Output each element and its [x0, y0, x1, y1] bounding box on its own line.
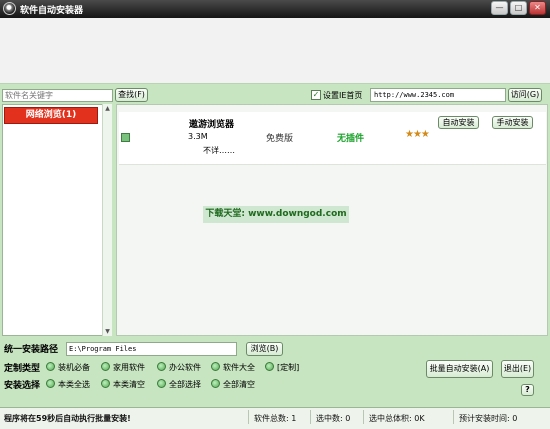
category-list	[2, 104, 112, 336]
category-item-network-browsing[interactable]: 网络浏览(1)	[4, 107, 98, 124]
auto-install-button[interactable]: 自动安装	[438, 116, 479, 129]
radio-clear-category-icon[interactable]	[101, 379, 110, 388]
option-all-software[interactable]: 软件大全	[223, 362, 255, 373]
status-divider	[310, 410, 311, 424]
software-plugin-status: 无插件	[337, 134, 365, 144]
scroll-up-icon[interactable]: ▲	[103, 104, 112, 113]
software-list-item	[119, 112, 546, 165]
search-button[interactable]: 查找(F)	[115, 88, 148, 102]
scroll-down-icon[interactable]: ▼	[103, 327, 112, 336]
software-size: 3.3M	[188, 132, 208, 141]
homepage-label: 设置IE首页	[323, 91, 363, 100]
visit-button[interactable]: 访问(G)	[508, 88, 542, 102]
batch-install-button[interactable]: 批量自动安装(A)	[426, 360, 493, 378]
maximize-button[interactable]: □	[510, 1, 527, 15]
install-path-input[interactable]: E:\Program Files	[66, 342, 237, 356]
status-divider	[363, 410, 364, 424]
homepage-checkbox[interactable]: ✓	[311, 90, 321, 100]
manual-install-button[interactable]: 手动安装	[492, 116, 533, 129]
software-name: 遨游浏览器	[189, 120, 235, 130]
option-essential[interactable]: 装机必备	[58, 362, 90, 373]
minimize-button[interactable]: —	[491, 1, 508, 15]
option-select-category[interactable]: 本类全选	[58, 379, 90, 390]
radio-select-all-icon[interactable]	[157, 379, 166, 388]
status-divider	[453, 410, 454, 424]
software-license: 免费版	[266, 134, 294, 144]
category-scrollbar[interactable]: ▲ ▼	[102, 104, 112, 336]
radio-clear-all-icon[interactable]	[211, 379, 220, 388]
radio-all-software-icon[interactable]	[211, 362, 220, 371]
software-select-checkbox[interactable]	[121, 133, 130, 142]
app-icon	[3, 2, 16, 15]
banner-area	[0, 18, 550, 84]
status-total: 软件总数: 1	[254, 414, 297, 423]
radio-essential-icon[interactable]	[46, 362, 55, 371]
software-rating-stars: ★★★	[405, 129, 430, 140]
option-home[interactable]: 家用软件	[113, 362, 145, 373]
option-clear-category[interactable]: 本类清空	[113, 379, 145, 390]
radio-home-icon[interactable]	[101, 362, 110, 371]
install-select-label: 安装选择	[4, 381, 41, 391]
help-button[interactable]: ?	[521, 384, 534, 396]
option-clear-all[interactable]: 全部清空	[223, 379, 255, 390]
close-button[interactable]: ✕	[529, 1, 546, 15]
search-input[interactable]	[2, 89, 113, 102]
radio-office-icon[interactable]	[157, 362, 166, 371]
option-custom[interactable]: [定制]	[277, 362, 299, 373]
customize-type-label: 定制类型	[4, 364, 41, 374]
radio-custom-icon[interactable]	[265, 362, 274, 371]
status-selected-size: 选中总体积: 0K	[369, 414, 425, 423]
install-path-label: 统一安装路径	[4, 345, 59, 355]
status-selected: 选中数: 0	[316, 414, 351, 423]
status-divider	[248, 410, 249, 424]
software-description: 不详……	[203, 146, 235, 155]
radio-select-category-icon[interactable]	[46, 379, 55, 388]
status-message: 程序将在59秒后自动执行批量安装!	[4, 414, 131, 423]
window-title: 软件自动安装器	[20, 6, 84, 16]
url-input[interactable]: http://www.2345.com	[370, 88, 506, 102]
option-select-all[interactable]: 全部选择	[169, 379, 201, 390]
browse-button[interactable]: 浏览(B)	[246, 342, 283, 356]
exit-button[interactable]: 退出(E)	[501, 360, 534, 378]
option-office[interactable]: 办公软件	[169, 362, 201, 373]
watermark-text: 下载天堂: www.downgod.com	[203, 206, 349, 223]
status-estimated-time: 预计安装时间: 0	[459, 414, 518, 423]
